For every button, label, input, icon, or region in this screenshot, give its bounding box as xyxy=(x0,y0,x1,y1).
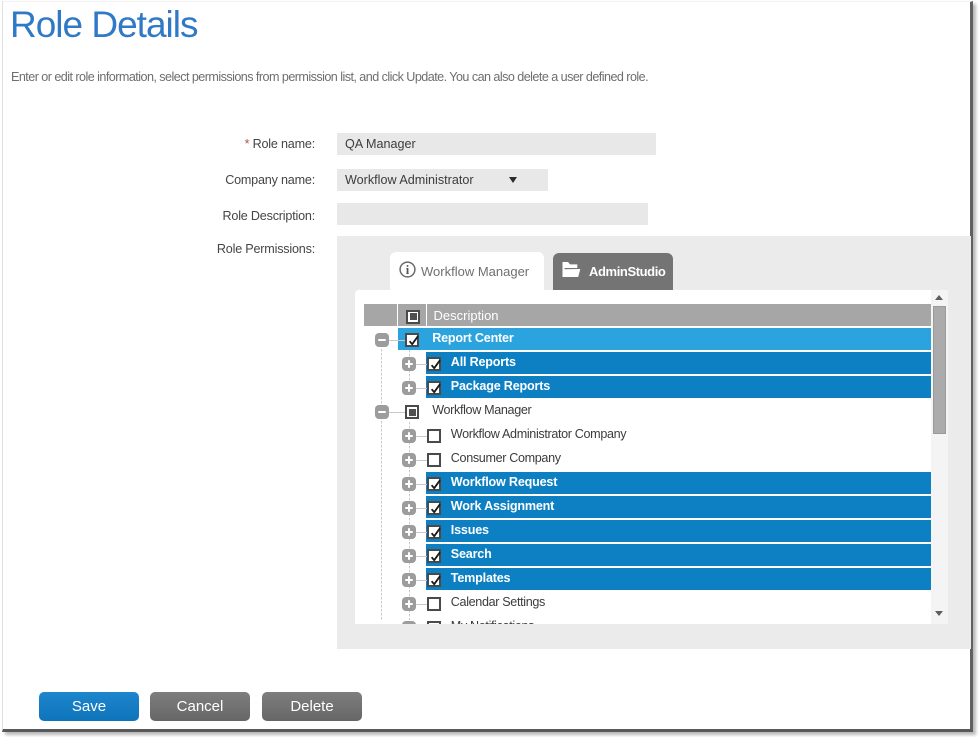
svg-text:i: i xyxy=(406,263,410,277)
